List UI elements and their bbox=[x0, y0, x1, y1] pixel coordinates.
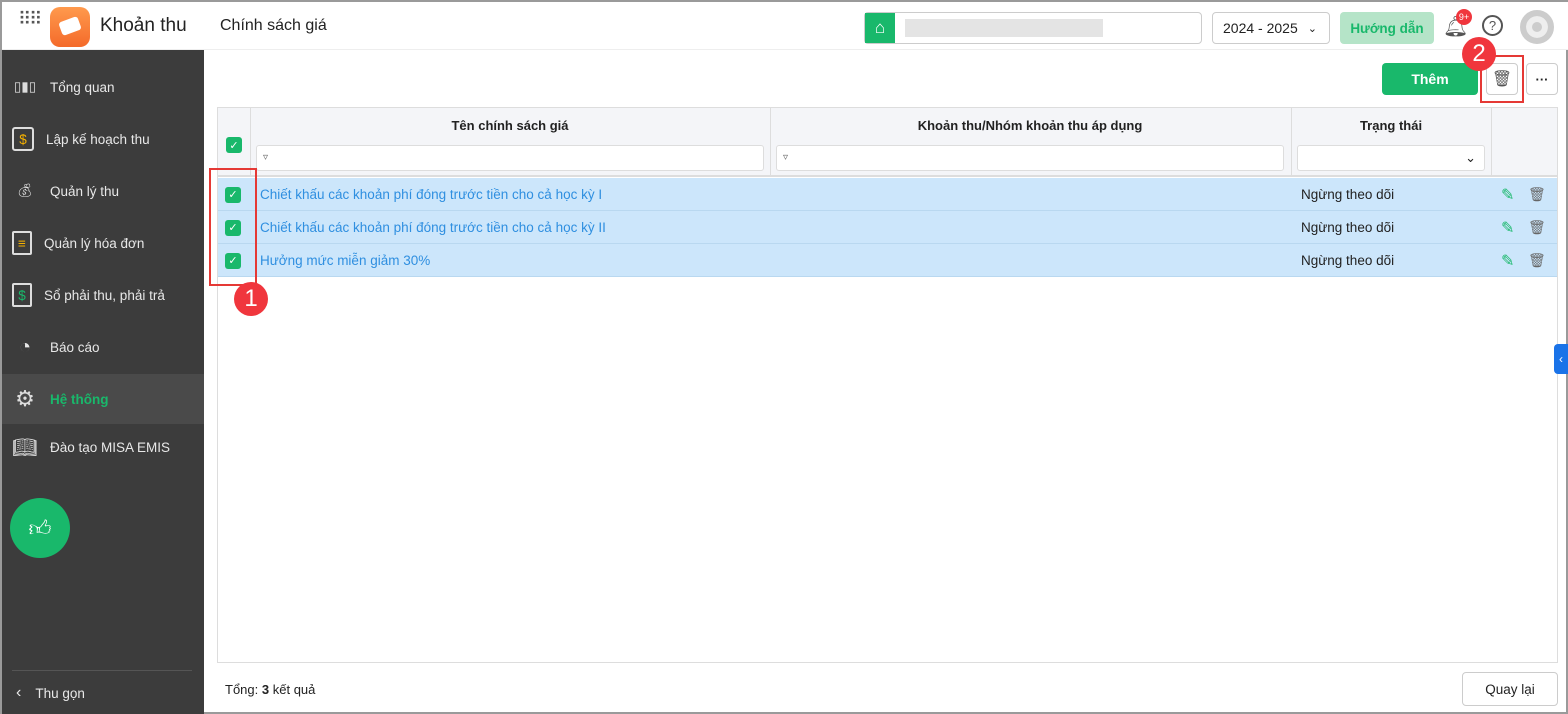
sidebar: ▯▮▯ Tổng quan $ Lập kế hoạch thu 💰︎ Quản lý… bbox=[2, 50, 204, 714]
more-button[interactable]: ··· bbox=[1526, 63, 1558, 95]
column-header-name[interactable]: Tên chính sách giá bbox=[250, 118, 770, 133]
trash-icon[interactable]: 🗑︎ bbox=[1528, 178, 1546, 211]
document-icon: ≡ bbox=[12, 231, 32, 255]
add-button[interactable]: Thêm bbox=[1382, 63, 1478, 95]
applied-filter-input[interactable]: ▿ bbox=[776, 145, 1284, 171]
select-all-checkbox[interactable]: ✓ bbox=[226, 137, 242, 153]
year-select[interactable]: 2024 - 2025 ⌄ bbox=[1212, 12, 1330, 44]
table-row[interactable]: ✓ Chiết khấu các khoản phí đóng trước ti… bbox=[218, 211, 1557, 244]
notification-badge: 9+ bbox=[1456, 9, 1472, 25]
guide-button[interactable]: Hướng dẫn bbox=[1340, 12, 1434, 44]
annotation-badge-2: 2 bbox=[1462, 37, 1496, 71]
sidebar-item-system[interactable]: ⚙ Hệ thống bbox=[2, 374, 204, 424]
table-row[interactable]: ✓ Chiết khấu các khoản phí đóng trước ti… bbox=[218, 178, 1557, 211]
status-cell: Ngừng theo dõi bbox=[1301, 220, 1395, 235]
pie-chart-icon: ◔ bbox=[18, 335, 32, 358]
annotation-badge-1: 1 bbox=[234, 282, 268, 316]
main-content: Thêm 🗑︎ ··· 2 ✓ Tên chính sách giá ▿ Kho… bbox=[204, 37, 1568, 712]
school-select[interactable]: ⌂ bbox=[864, 12, 1202, 44]
help-icon[interactable]: ? bbox=[1482, 15, 1503, 36]
total-results: Tổng: 3 kết quả bbox=[225, 682, 316, 697]
sidebar-item-report[interactable]: ◔ Báo cáo bbox=[2, 322, 204, 372]
sidebar-item-collection[interactable]: 💰︎ Quản lý thu bbox=[2, 166, 204, 216]
annotation-box-1 bbox=[209, 168, 257, 286]
sidebar-item-plan[interactable]: $ Lập kế hoạch thu bbox=[2, 114, 204, 164]
edit-icon[interactable]: ✎ bbox=[1501, 244, 1514, 277]
chevron-down-icon: ⌄ bbox=[1307, 22, 1317, 35]
column-header-applied[interactable]: Khoản thu/Nhóm khoản thu áp dụng bbox=[770, 118, 1290, 133]
policy-name-link[interactable]: Hưởng mức miễn giảm 30% bbox=[260, 244, 430, 277]
bar-chart-icon: ▯▮▯ bbox=[13, 79, 37, 94]
status-cell: Ngừng theo dõi bbox=[1301, 253, 1395, 268]
price-policy-table: ✓ Tên chính sách giá ▿ Khoản thu/Nhóm kh… bbox=[217, 107, 1558, 663]
app-name: Khoản thu bbox=[100, 15, 187, 36]
ledger-icon: $ bbox=[12, 283, 32, 307]
column-header-status[interactable]: Trạng thái bbox=[1291, 118, 1491, 133]
back-button[interactable]: Quay lại bbox=[1462, 672, 1558, 706]
table-row[interactable]: ✓ Hưởng mức miễn giảm 30% Ngừng theo dõi… bbox=[218, 244, 1557, 277]
policy-name-link[interactable]: Chiết khấu các khoản phí đóng trước tiền… bbox=[260, 211, 606, 244]
avatar[interactable] bbox=[1520, 10, 1554, 44]
thumbs-up-icon: 👍︎ bbox=[28, 515, 52, 541]
book-icon: 📖︎ bbox=[12, 436, 38, 459]
sidebar-item-training[interactable]: 📖︎ Đào tạo MISA EMIS bbox=[2, 422, 204, 472]
policy-name-link[interactable]: Chiết khấu các khoản phí đóng trước tiền… bbox=[260, 178, 602, 211]
sidebar-item-ledger[interactable]: $ Sổ phải thu, phải trả bbox=[2, 270, 204, 320]
app-logo bbox=[50, 7, 90, 47]
home-icon: ⌂ bbox=[865, 13, 895, 43]
feedback-button[interactable]: 👍︎ bbox=[10, 498, 70, 558]
name-filter-input[interactable]: ▿ bbox=[256, 145, 764, 171]
sidebar-item-overview[interactable]: ▯▮▯ Tổng quan bbox=[2, 62, 204, 112]
gear-icon: ⚙ bbox=[15, 386, 35, 411]
table-header: ✓ Tên chính sách giá ▿ Khoản thu/Nhóm kh… bbox=[218, 108, 1557, 177]
calendar-money-icon: $ bbox=[12, 127, 34, 151]
side-panel-toggle[interactable]: ‹ bbox=[1554, 344, 1568, 374]
status-filter-select[interactable]: ⌄ bbox=[1297, 145, 1485, 171]
page-title: Chính sách giá bbox=[220, 17, 327, 34]
trash-icon[interactable]: 🗑︎ bbox=[1528, 211, 1546, 244]
trash-icon[interactable]: 🗑︎ bbox=[1528, 244, 1546, 277]
sidebar-item-invoice[interactable]: ≡ Quản lý hóa đơn bbox=[2, 218, 204, 268]
collapse-button[interactable]: ‹ Thu gọn bbox=[16, 684, 85, 702]
apps-grid-icon[interactable]: ⠿⠿ bbox=[18, 10, 42, 28]
top-bar: ⠿⠿ Khoản thu Chính sách giá ⌂ 2024 - 202… bbox=[2, 2, 1568, 50]
edit-icon[interactable]: ✎ bbox=[1501, 178, 1514, 211]
edit-icon[interactable]: ✎ bbox=[1501, 211, 1514, 244]
money-hand-icon: 💰︎ bbox=[16, 183, 34, 198]
chevron-left-icon: ‹ bbox=[16, 684, 22, 701]
more-icon: ··· bbox=[1535, 71, 1549, 87]
status-cell: Ngừng theo dõi bbox=[1301, 187, 1395, 202]
